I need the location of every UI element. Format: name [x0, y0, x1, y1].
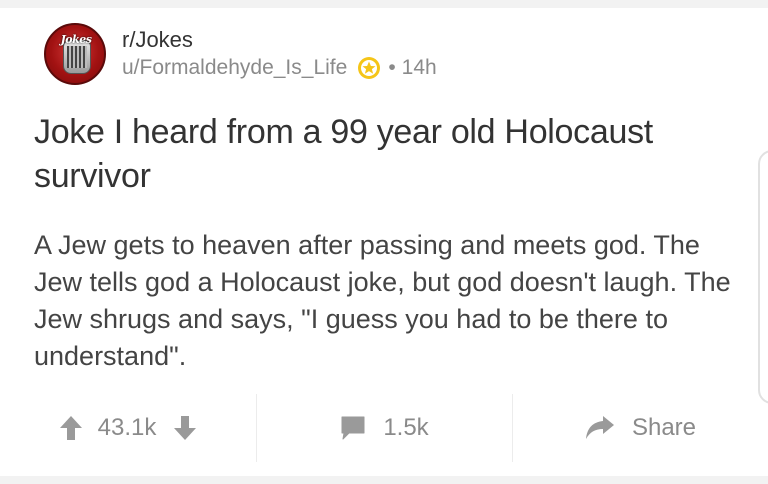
comment-count: 1.5k: [383, 414, 429, 441]
post-age: 14h: [401, 56, 437, 79]
vote-controls: 43.1k: [0, 394, 256, 462]
post-header: Jokes r/Jokes u/Formaldehyde_Is_Life • 1…: [44, 22, 437, 86]
post-body: A Jew gets to heaven after passing and m…: [34, 230, 731, 371]
user-line: u/Formaldehyde_Is_Life • 14h: [122, 54, 437, 82]
bottom-separator: [0, 476, 768, 484]
arrow-up-icon[interactable]: [58, 414, 84, 442]
speech-bubble-icon: [339, 414, 367, 442]
share-arrow-icon: [584, 414, 616, 442]
comments-button[interactable]: 1.5k: [256, 394, 512, 462]
award-badge-icon[interactable]: [357, 56, 381, 80]
username-link[interactable]: u/Formaldehyde_Is_Life: [122, 54, 347, 82]
adjacent-card-edge: [758, 150, 768, 404]
meta-separator: •: [388, 56, 396, 79]
subreddit-link[interactable]: r/Jokes: [122, 26, 437, 54]
post-title[interactable]: Joke I heard from a 99 year old Holocaus…: [34, 110, 734, 198]
post-meta: r/Jokes u/Formaldehyde_Is_Life • 14h: [122, 26, 437, 82]
share-button[interactable]: Share: [512, 394, 768, 462]
subreddit-avatar[interactable]: Jokes: [44, 23, 106, 85]
post-action-bar: 43.1k 1.5k Share: [0, 394, 768, 462]
top-separator: [0, 0, 768, 8]
arrow-down-icon[interactable]: [172, 414, 198, 442]
share-label: Share: [631, 414, 697, 441]
avatar-logo-text: Jokes: [60, 33, 92, 46]
upvote-count: 43.1k: [97, 414, 157, 441]
